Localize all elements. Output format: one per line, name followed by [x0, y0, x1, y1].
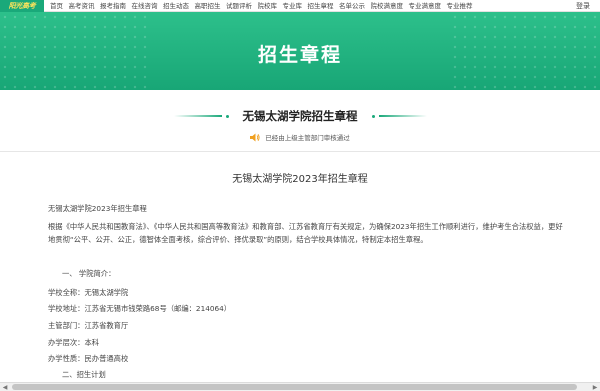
nav-item-consult[interactable]: 在线咨询	[132, 0, 158, 12]
article-paragraph: 根据《中华人民共和国教育法》、《中华人民共和国高等教育法》和教育部、江苏省教育厅…	[48, 222, 563, 244]
nav-list: 首页 高考资讯 报考指南 在线咨询 招生动态 高职招生 试题评析 院校库 专业库…	[50, 0, 478, 12]
audit-notice: 已经由上级主管部门审核通过	[0, 132, 600, 142]
article-paragraph: 办学性质：民办普通高校	[48, 354, 129, 363]
nav-item-major-db[interactable]: 专业库	[283, 0, 303, 12]
school-header: 无锡太湖学院招生章程 已经由上级主管部门审核通过	[0, 90, 600, 152]
article-paragraph: 无锡太湖学院2023年招生章程	[48, 204, 147, 213]
horizontal-scrollbar[interactable]: ◀ ▶	[0, 382, 600, 391]
title-decoration-right	[378, 115, 427, 117]
article-paragraph: 主管部门：江苏省教育厅	[48, 321, 129, 330]
scroll-left-icon[interactable]: ◀	[1, 384, 9, 391]
login-link[interactable]: 登录	[576, 0, 590, 12]
title-dot-left	[225, 114, 229, 118]
audit-notice-text: 已经由上级主管部门审核通过	[265, 134, 350, 142]
school-title-row: 无锡太湖学院招生章程	[0, 108, 600, 124]
nav-item-home[interactable]: 首页	[50, 0, 63, 12]
nav-item-vocational[interactable]: 高职招生	[195, 0, 221, 12]
hero-banner: 招生章程	[0, 12, 600, 90]
nav-item-exam-analysis[interactable]: 试题评析	[226, 0, 252, 12]
article-paragraph: 二、招生计划	[62, 370, 106, 379]
nav-item-list-publicity[interactable]: 名单公示	[339, 0, 365, 12]
site-logo[interactable]: 阳光高考	[0, 0, 44, 12]
nav-item-major-satisfaction[interactable]: 专业满意度	[409, 0, 442, 12]
title-decoration-left	[173, 115, 222, 117]
nav-item-school-satisfaction[interactable]: 院校满意度	[371, 0, 404, 12]
top-nav: 阳光高考 首页 高考资讯 报考指南 在线咨询 招生动态 高职招生 试题评析 院校…	[0, 0, 600, 12]
nav-item-admission-news[interactable]: 招生动态	[163, 0, 189, 12]
article-paragraph: 一、 学院简介：	[62, 269, 116, 278]
nav-item-school-db[interactable]: 院校库	[258, 0, 278, 12]
nav-item-news[interactable]: 高考资讯	[69, 0, 95, 12]
nav-item-major-recommend[interactable]: 专业推荐	[447, 0, 473, 12]
nav-item-charter[interactable]: 招生章程	[308, 0, 334, 12]
article-paragraph: 办学层次：本科	[48, 338, 100, 347]
document-title: 无锡太湖学院2023年招生章程	[232, 174, 368, 185]
speaker-icon	[250, 133, 260, 141]
page-title: 招生章程	[257, 44, 342, 66]
scrollbar-thumb[interactable]	[12, 384, 577, 390]
title-dot-right	[371, 114, 375, 118]
nav-item-guide[interactable]: 报考指南	[100, 0, 126, 12]
article-paragraph: 学校全称：无锡太湖学院	[48, 288, 129, 297]
school-name: 无锡太湖学院招生章程	[242, 109, 358, 123]
article-paragraph: 学校地址：江苏省无锡市钱荣路68号（邮编：214064）	[48, 304, 232, 313]
article-body: 无锡太湖学院2023年招生章程 无锡太湖学院2023年招生章程 根据《中华人民共…	[0, 152, 600, 382]
scroll-right-icon[interactable]: ▶	[591, 384, 599, 391]
